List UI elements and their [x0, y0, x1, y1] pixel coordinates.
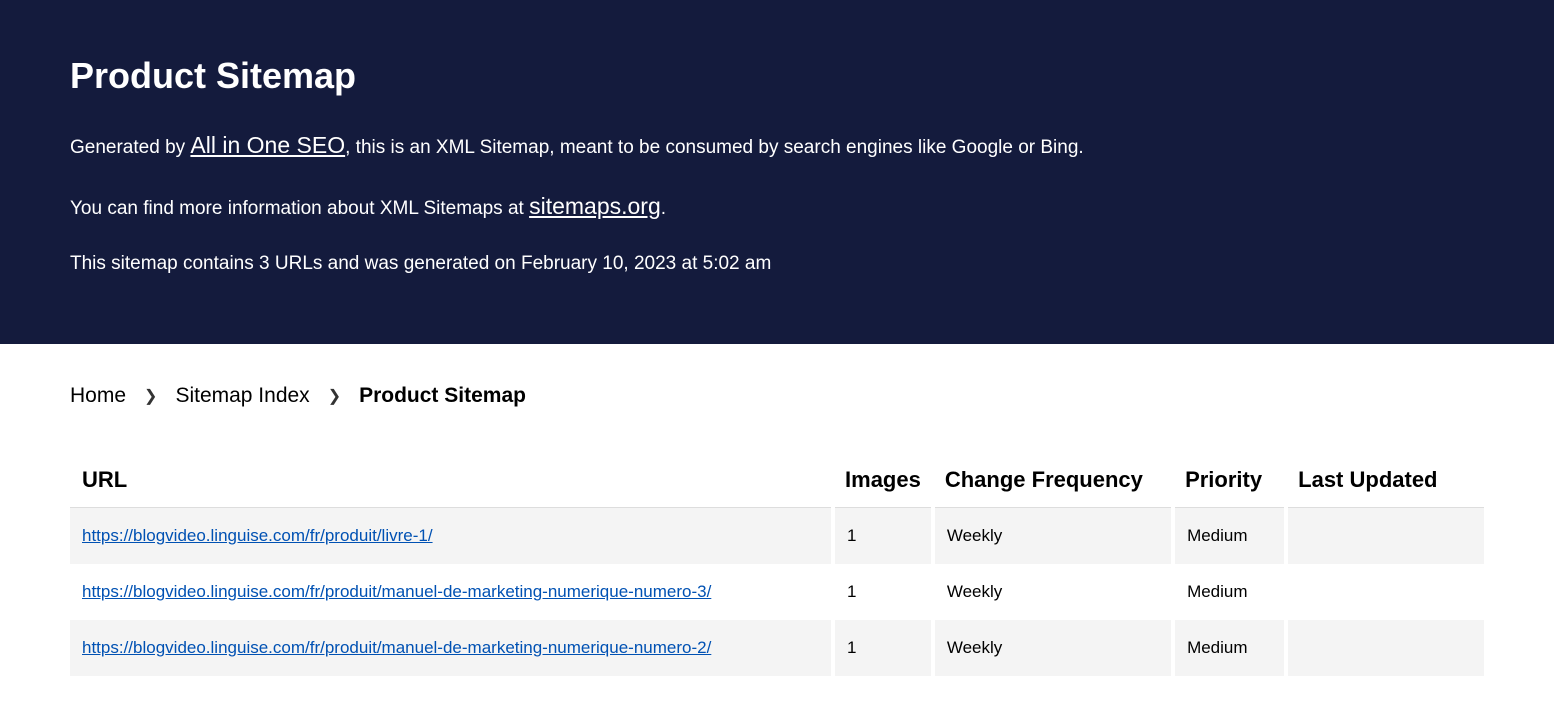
header-text: , this is an XML Sitemap, meant to be co… — [345, 137, 1084, 158]
cell-images: 1 — [833, 564, 933, 620]
cell-freq: Weekly — [933, 620, 1173, 676]
cell-url: https://blogvideo.linguise.com/fr/produi… — [70, 507, 833, 564]
table-header-row: URL Images Change Frequency Priority Las… — [70, 453, 1484, 508]
sitemap-url-link[interactable]: https://blogvideo.linguise.com/fr/produi… — [82, 638, 711, 657]
aioseo-link[interactable]: All in One SEO — [190, 132, 345, 158]
header-text: . — [661, 198, 666, 219]
header-line-2: You can find more information about XML … — [70, 188, 1484, 225]
col-header-priority: Priority — [1173, 453, 1286, 508]
sitemap-table: URL Images Change Frequency Priority Las… — [70, 453, 1484, 676]
cell-freq: Weekly — [933, 507, 1173, 564]
header-text: Generated by — [70, 137, 190, 158]
cell-updated — [1286, 564, 1484, 620]
table-row: https://blogvideo.linguise.com/fr/produi… — [70, 564, 1484, 620]
sitemaps-org-link[interactable]: sitemaps.org — [529, 193, 661, 219]
breadcrumb-current: Product Sitemap — [359, 384, 526, 408]
col-header-images: Images — [833, 453, 933, 508]
page-title: Product Sitemap — [70, 55, 1484, 97]
cell-images: 1 — [833, 620, 933, 676]
cell-updated — [1286, 620, 1484, 676]
cell-freq: Weekly — [933, 564, 1173, 620]
cell-updated — [1286, 507, 1484, 564]
col-header-updated: Last Updated — [1286, 453, 1484, 508]
breadcrumb-sitemap-index[interactable]: Sitemap Index — [175, 384, 309, 408]
page-header: Product Sitemap Generated by All in One … — [0, 0, 1554, 344]
col-header-freq: Change Frequency — [933, 453, 1173, 508]
cell-priority: Medium — [1173, 564, 1286, 620]
table-body: https://blogvideo.linguise.com/fr/produi… — [70, 507, 1484, 676]
chevron-right-icon: ❯ — [328, 386, 341, 406]
page-content: Home ❯ Sitemap Index ❯ Product Sitemap U… — [0, 344, 1554, 716]
sitemap-url-link[interactable]: https://blogvideo.linguise.com/fr/produi… — [82, 582, 711, 601]
header-line-3: This sitemap contains 3 URLs and was gen… — [70, 249, 1484, 279]
header-text: You can find more information about XML … — [70, 198, 529, 219]
chevron-right-icon: ❯ — [144, 386, 157, 406]
cell-url: https://blogvideo.linguise.com/fr/produi… — [70, 620, 833, 676]
sitemap-url-link[interactable]: https://blogvideo.linguise.com/fr/produi… — [82, 526, 433, 545]
breadcrumb-home[interactable]: Home — [70, 384, 126, 408]
col-header-url: URL — [70, 453, 833, 508]
table-row: https://blogvideo.linguise.com/fr/produi… — [70, 507, 1484, 564]
header-line-1: Generated by All in One SEO, this is an … — [70, 127, 1484, 164]
cell-url: https://blogvideo.linguise.com/fr/produi… — [70, 564, 833, 620]
table-row: https://blogvideo.linguise.com/fr/produi… — [70, 620, 1484, 676]
cell-images: 1 — [833, 507, 933, 564]
cell-priority: Medium — [1173, 507, 1286, 564]
breadcrumb: Home ❯ Sitemap Index ❯ Product Sitemap — [70, 384, 1484, 408]
cell-priority: Medium — [1173, 620, 1286, 676]
